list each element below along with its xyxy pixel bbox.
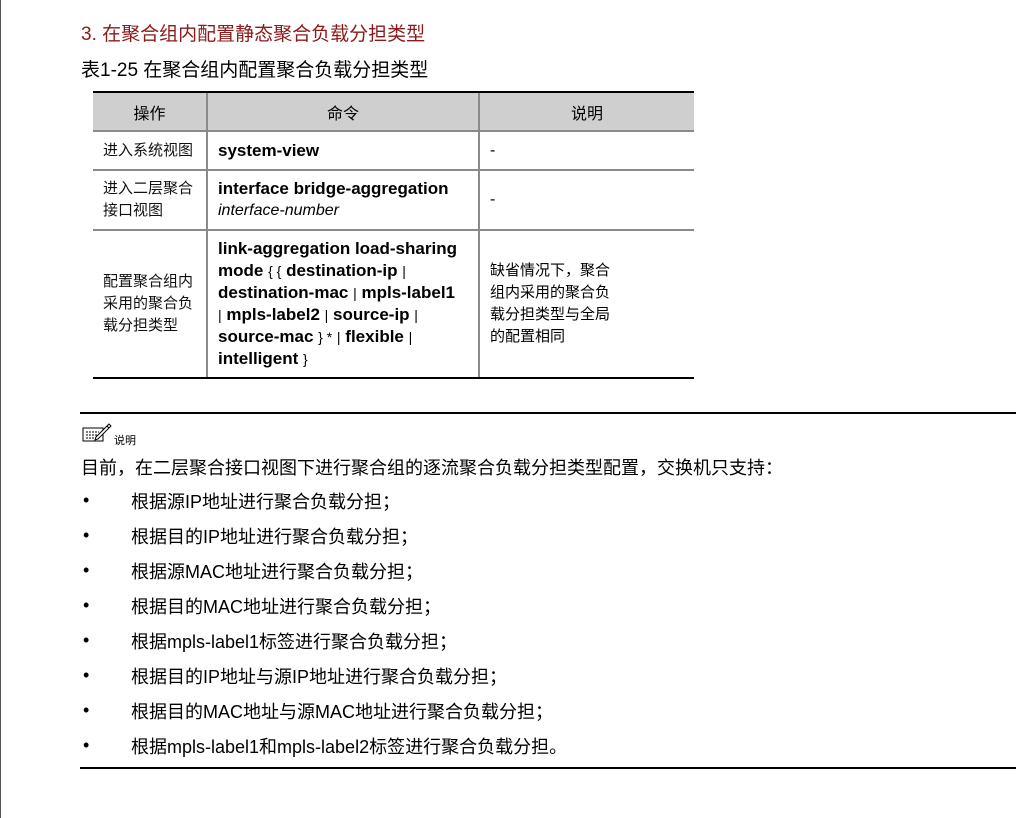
- note-bullet-list: • 根据源IP地址进行聚合负载分担； • 根据目的IP地址进行聚合负载分担； • 根据…: [81, 483, 567, 763]
- table-row: 进入系统视图 system-view -: [93, 131, 694, 171]
- cmd-symbol: }: [303, 351, 308, 367]
- op-line: 进入二层聚合: [103, 180, 194, 197]
- table-row: 配置聚合组内 采用的聚合负 载分担类型 link-aggregation loa…: [93, 230, 694, 379]
- list-item: • 根据mpls-label1标签进行聚合负载分担；: [81, 623, 567, 658]
- desc-line: 载分担类型与全局: [490, 306, 611, 323]
- note-label: 说明: [114, 435, 136, 447]
- desc-line: 缺省情况下，聚合: [490, 262, 611, 279]
- table-row: 进入二层聚合 接口视图 interface bridge-aggregation…: [93, 170, 694, 231]
- note-top-divider: [80, 412, 1016, 414]
- list-item-text: 根据目的MAC地址进行聚合负载分担；: [131, 596, 441, 617]
- cmd-keyword: source-mac: [218, 327, 314, 346]
- note-label-block: 说明: [82, 422, 136, 449]
- cmd-symbol: { {: [268, 263, 282, 279]
- list-item: • 根据源IP地址进行聚合负载分担；: [81, 483, 567, 518]
- header-command: 命令: [206, 91, 479, 132]
- list-item: • 根据目的MAC地址与源MAC地址进行聚合负载分担；: [81, 693, 567, 728]
- header-operation: 操作: [93, 91, 207, 132]
- op-cell: 进入系统视图: [93, 131, 207, 171]
- note-bottom-divider: [80, 767, 1016, 769]
- cmd-symbol: |: [408, 329, 413, 345]
- op-cell: 配置聚合组内 采用的聚合负 载分担类型: [93, 230, 207, 379]
- cmd-line: link-aggregation load-sharing: [218, 238, 468, 260]
- cmd-keyword: mpls-label2: [226, 305, 320, 324]
- cmd-keyword: mpls-label1: [361, 283, 456, 302]
- cmd-keyword: interface bridge-aggregation: [218, 179, 449, 198]
- cmd-symbol: |: [353, 285, 357, 301]
- list-item: • 根据目的IP地址与源IP地址进行聚合负载分担；: [81, 658, 567, 693]
- op-line: 载分担类型: [103, 317, 179, 334]
- table-header-row: 操作 命令 说明: [93, 91, 694, 132]
- list-item: • 根据目的IP地址进行聚合负载分担；: [81, 518, 567, 553]
- header-description: 说明: [478, 91, 694, 132]
- list-item: • 根据目的MAC地址进行聚合负载分担；: [81, 588, 567, 623]
- cmd-line: source-mac } * | flexible |: [218, 326, 468, 348]
- cmd-cell: link-aggregation load-sharing mode { { d…: [206, 230, 479, 379]
- desc-line: 的配置相同: [490, 328, 566, 345]
- op-line: 采用的聚合负: [103, 295, 194, 312]
- command-table: 操作 命令 说明 进入系统视图 system-view - 进入二层聚合 接口视…: [93, 91, 694, 379]
- section-heading: 3. 在聚合组内配置静态聚合负载分担类型: [81, 24, 426, 45]
- desc-line: 组内采用的聚合负: [490, 284, 611, 301]
- bullet-dot: •: [83, 735, 90, 755]
- note-pencil-icon: [82, 422, 112, 449]
- cmd-keyword: flexible: [345, 327, 404, 346]
- cmd-keyword: mode: [218, 261, 264, 280]
- list-item: • 根据源MAC地址进行聚合负载分担；: [81, 553, 567, 588]
- bullet-dot: •: [83, 525, 90, 545]
- desc-cell: 缺省情况下，聚合 组内采用的聚合负 载分担类型与全局 的配置相同: [478, 230, 694, 379]
- list-item: • 根据mpls-label1和mpls-label2标签进行聚合负载分担。: [81, 728, 567, 763]
- desc-cell: -: [478, 170, 694, 231]
- bullet-dot: •: [83, 560, 90, 580]
- cmd-keyword: link-aggregation load-sharing: [218, 239, 457, 258]
- list-item-text: 根据源IP地址进行聚合负载分担；: [131, 491, 401, 512]
- cmd-line: intelligent }: [218, 348, 468, 370]
- table-caption: 表1-25 在聚合组内配置聚合负载分担类型: [81, 60, 429, 81]
- list-item-text: 根据目的IP地址进行聚合负载分担；: [131, 526, 419, 547]
- cmd-cell: interface bridge-aggregation interface-n…: [206, 170, 479, 231]
- op-cell: 进入二层聚合 接口视图: [93, 170, 207, 231]
- bullet-dot: •: [83, 595, 90, 615]
- cmd-symbol: |: [324, 307, 329, 323]
- cmd-keyword: destination-ip: [286, 261, 398, 280]
- op-line: 配置聚合组内: [103, 273, 194, 290]
- cmd-line: | mpls-label2 | source-ip |: [218, 304, 468, 326]
- cmd-symbol: |: [414, 307, 418, 323]
- cmd-symbol: } *: [318, 329, 333, 345]
- list-item-text: 根据目的MAC地址与源MAC地址进行聚合负载分担；: [131, 701, 553, 722]
- cmd-keyword: source-ip: [333, 305, 410, 324]
- list-item-text: 根据源MAC地址进行聚合负载分担；: [131, 561, 423, 582]
- page-left-border: [0, 0, 1, 818]
- cmd-line: destination-mac | mpls-label1: [218, 282, 468, 304]
- bullet-dot: •: [83, 700, 90, 720]
- bullet-dot: •: [83, 630, 90, 650]
- note-intro: 目前，在二层聚合接口视图下进行聚合组的逐流聚合负载分担类型配置，交换机只支持：: [81, 458, 783, 478]
- desc-cell: -: [478, 131, 694, 171]
- bullet-dot: •: [83, 490, 90, 510]
- bullet-dot: •: [83, 665, 90, 685]
- list-item-text: 根据mpls-label1标签进行聚合负载分担；: [131, 631, 458, 652]
- cmd-symbol: |: [402, 263, 406, 279]
- cmd-keyword: intelligent: [218, 349, 299, 368]
- list-item-text: 根据mpls-label1和mpls-label2标签进行聚合负载分担。: [131, 736, 568, 757]
- cmd-symbol: |: [336, 329, 341, 345]
- list-item-text: 根据目的IP地址与源IP地址进行聚合负载分担；: [131, 666, 508, 687]
- cmd-cell: system-view: [206, 131, 479, 171]
- cmd-symbol: |: [218, 307, 222, 323]
- cmd-argument: interface-number: [218, 202, 339, 219]
- cmd-keyword: destination-mac: [218, 283, 349, 302]
- op-line: 接口视图: [103, 202, 164, 219]
- cmd-line: mode { { destination-ip |: [218, 260, 468, 282]
